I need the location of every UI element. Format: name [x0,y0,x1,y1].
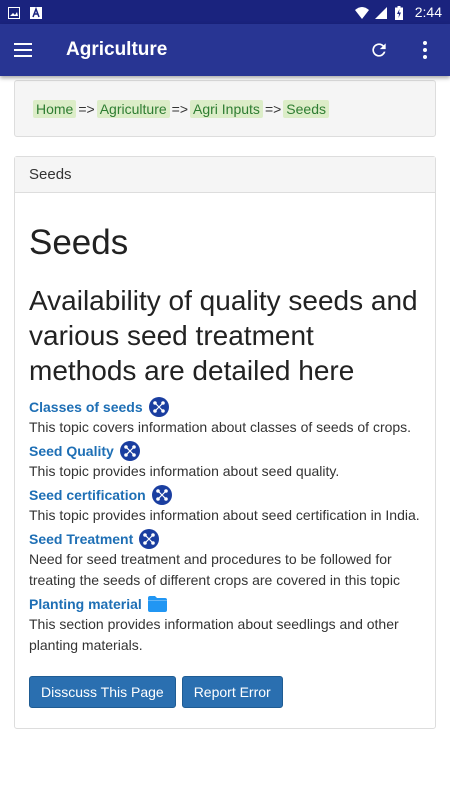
content-area: Home => Agriculture => Agri Inputs => Se… [0,76,450,800]
battery-charging-icon [394,6,407,20]
report-error-button[interactable]: Report Error [181,676,283,708]
breadcrumb-separator: => [264,100,282,117]
topic-link[interactable]: Seed certification [29,484,421,505]
topic-hub-icon [139,528,160,549]
topic-title[interactable]: Seed certification [29,487,146,503]
topic-description: This topic provides information about se… [29,463,340,479]
discuss-page-button[interactable]: Disscuss This Page [29,676,176,708]
topic-description: This section provides information about … [29,616,399,653]
status-time: 2:44 [414,4,442,20]
topic-seed-quality: Seed Quality This topic provides informa… [29,440,421,482]
folder-icon [147,595,167,612]
topic-description: Need for seed treatment and procedures t… [29,551,400,588]
topic-hub-icon [151,484,172,505]
breadcrumb-separator: => [78,100,95,117]
breadcrumb-agri-inputs[interactable]: Agri Inputs [190,99,263,118]
topic-hub-icon [119,440,140,461]
image-icon [8,6,20,19]
app-title: Agriculture [66,39,168,60]
notification-a-icon [30,6,42,19]
breadcrumb-home[interactable]: Home [33,99,77,118]
wifi-icon [354,6,369,19]
topic-link[interactable]: Planting material [29,593,421,614]
topic-link[interactable]: Classes of seeds [29,396,421,417]
panel-header: Seeds [15,157,435,193]
topic-title[interactable]: Planting material [29,596,142,612]
topic-title[interactable]: Seed Treatment [29,531,133,547]
breadcrumb: Home => Agriculture => Agri Inputs => Se… [14,80,436,137]
app-bar: Agriculture [0,24,450,76]
page-title: Seeds [29,223,129,262]
breadcrumb-separator: => [171,100,188,117]
topic-planting-material: Planting material This section provides … [29,593,421,656]
signal-icon [374,6,387,19]
breadcrumb-seeds[interactable]: Seeds [283,99,329,118]
seeds-panel: Seeds Seeds Availability of quality seed… [14,156,436,729]
topic-description: This topic covers information about clas… [29,419,412,435]
action-buttons: Disscuss This Page Report Error [29,676,421,708]
hamburger-menu-icon[interactable] [14,38,38,62]
topic-title[interactable]: Seed Quality [29,443,114,459]
status-bar: 2:44 [0,0,450,24]
topic-classes-of-seeds: Classes of seeds This topic covers infor… [29,396,421,438]
topic-hub-icon [148,396,169,417]
refresh-icon[interactable] [368,39,390,61]
topic-seed-treatment: Seed Treatment Need for seed treatment a… [29,528,421,591]
breadcrumb-agriculture[interactable]: Agriculture [96,99,170,118]
more-vertical-icon[interactable] [414,39,436,61]
topic-description: This topic provides information about se… [29,507,420,523]
topic-link[interactable]: Seed Quality [29,440,421,461]
topic-seed-certification: Seed certification This topic provides i… [29,484,421,526]
page-subtitle: Availability of quality seeds and variou… [29,285,418,386]
topic-title[interactable]: Classes of seeds [29,399,143,415]
topic-link[interactable]: Seed Treatment [29,528,421,549]
